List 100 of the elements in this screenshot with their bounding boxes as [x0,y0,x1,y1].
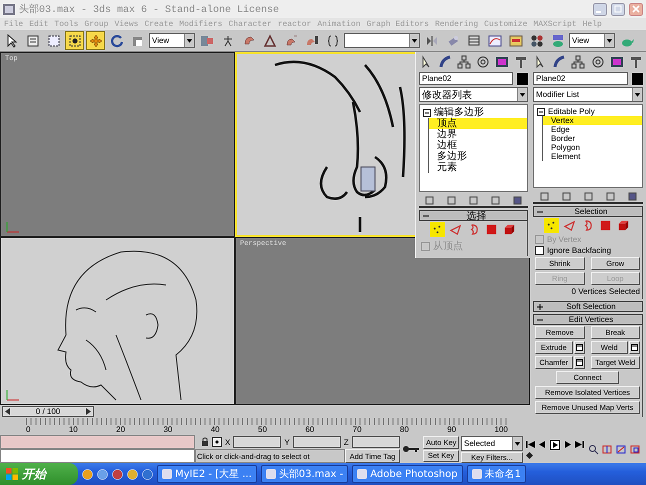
quick-launch-icon[interactable] [82,468,93,480]
schematic-icon [508,34,522,48]
modifier-name[interactable]: Editable Poly [548,107,595,116]
render-icon [550,34,564,48]
crossing-button[interactable] [65,31,84,50]
go-to-end-icon [575,441,584,448]
stack-item[interactable]: 边界 [428,129,527,140]
rollout-header[interactable]: Selection [533,206,643,217]
stack-item[interactable]: Vertex [542,116,642,125]
key-icon [403,445,419,453]
taskbar-button[interactable]: MyIE2 - [大星 ... [157,465,257,483]
quick-launch-icon[interactable] [142,468,153,480]
align-icon [446,34,460,48]
rollout-header[interactable]: Soft Selection [533,301,643,312]
object-color-swatch[interactable] [632,72,643,84]
app-icon [3,4,15,14]
key-mode-icon [526,452,533,458]
selection-status: 0 Vertices Selected [570,287,640,296]
quick-launch-icon[interactable] [97,468,108,480]
stack-item[interactable]: 顶点 [428,118,527,129]
rollout-header[interactable]: Edit Vertices [533,314,643,325]
settings-button[interactable] [574,341,584,354]
move-button[interactable] [86,31,105,50]
app-icon [357,469,368,479]
coordinate-field[interactable] [292,436,341,448]
tick-label: 90 [447,425,456,434]
edge-icon [448,223,462,236]
vertex-mode-button[interactable] [430,222,444,237]
app-icon [266,469,276,479]
rollout-header[interactable]: 选择 [419,210,528,221]
zoom-extents-icon [616,444,627,454]
polygon-mode-button[interactable] [598,218,613,233]
viewport[interactable] [0,237,235,405]
vertex-mode-button[interactable] [544,218,559,233]
stack-item[interactable]: 多边形 [428,151,527,162]
play-icon [550,440,560,450]
tick-label: 100 [494,425,508,434]
coordinate-label: Z [344,438,349,446]
stack-item[interactable]: Border [542,134,642,143]
collapse-icon [537,108,545,116]
quick-launch-icon[interactable] [127,468,138,480]
modifier-name[interactable]: 编辑多边形 [434,107,484,118]
mirror-icon [424,34,438,48]
tick-label: 60 [305,425,314,434]
hierarchy-icon [457,55,471,69]
bend-icon [552,55,566,69]
window-icon [631,344,638,351]
quick-launch-icon[interactable] [112,468,123,480]
element-mode-button[interactable] [616,218,631,233]
named-selection-field[interactable] [344,33,420,48]
object-name-field[interactable]: Plane02 [533,72,628,85]
stack-item[interactable]: Element [542,152,642,161]
percent-snap-icon [284,34,298,48]
view-dropdown[interactable]: View [569,33,615,48]
stack-item[interactable]: 边框 [428,140,527,151]
tick-label: 0 [26,425,30,434]
settings-button[interactable] [629,341,640,354]
crossing-icon [68,34,82,48]
listener-field[interactable] [0,435,195,449]
stack-item[interactable]: 元素 [428,162,527,173]
taskbar-button[interactable]: 未命名1 [466,465,526,483]
modifier-list-dropdown[interactable]: Modifier List [533,87,643,102]
minimize-button[interactable] [593,2,607,16]
collapse-icon [423,108,431,116]
edge-icon [563,219,576,232]
stack-item[interactable]: Edge [542,125,642,134]
coordinate-field[interactable] [233,436,282,448]
time-slider-thumb[interactable]: 0 / 100 [2,406,94,417]
view-dropdown[interactable]: View [149,33,195,48]
checkbox[interactable]: Ignore Backfacing [535,246,640,255]
spinner-snap-icon [304,34,318,48]
layers-icon [466,34,480,48]
coordinate-label: Y [284,438,290,446]
listener-field[interactable] [0,449,195,463]
modifier-list-dropdown[interactable]: 修改器列表 [419,87,528,102]
go-to-start-icon [526,441,535,448]
close-button[interactable] [629,2,643,16]
display-icon [610,55,624,69]
plus-icon [537,304,543,310]
pivot-icon [200,34,214,48]
polygon-icon [599,219,612,232]
display-icon [495,55,509,69]
stack-item[interactable]: Polygon [542,143,642,152]
taskbar-button[interactable]: 头部03.max - [260,465,348,483]
coordinate-label: X [225,438,230,446]
angle-snap-icon [262,34,276,48]
tick-label: 70 [352,425,362,434]
taskbar-button[interactable]: Adobe Photoshop [352,465,463,483]
maximize-button[interactable] [611,2,625,16]
app-icon [472,469,482,479]
tick-label: 20 [116,425,126,434]
cursor-icon [4,34,18,48]
key-mode-dropdown[interactable]: Selected [461,436,523,451]
object-name-field[interactable]: Plane02 [419,72,513,85]
zoom-icon [588,444,599,454]
settings-button[interactable] [574,356,584,369]
axis-tripod-icon [5,220,21,234]
object-color-swatch[interactable] [517,72,528,84]
coordinate-field[interactable] [352,436,400,448]
tick-label: 10 [68,425,78,434]
